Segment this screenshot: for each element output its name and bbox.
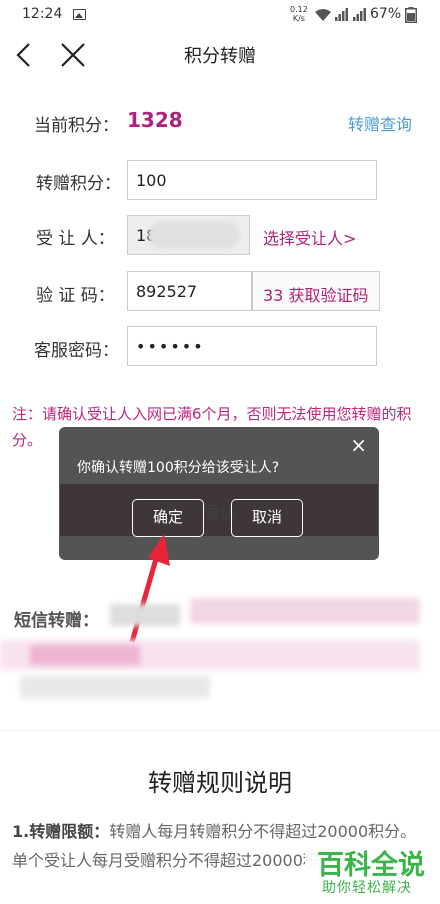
battery-percentage: 67%	[370, 6, 402, 22]
network-speed-unit: K/s	[292, 14, 305, 23]
dialog-cancel-button[interactable]: 取消	[231, 499, 303, 537]
network-speed: 0.12 K/s	[290, 5, 308, 23]
service-password-label: 客服密码：	[34, 341, 119, 361]
battery-icon	[405, 7, 417, 23]
sms-transfer-label: 短信转赠：	[14, 611, 99, 631]
status-bar: 12:24 0.12 K/s 67%	[0, 0, 440, 30]
current-points-label: 当前积分：	[34, 116, 119, 136]
rules-item-1-heading: 1.转赠限额：	[12, 822, 110, 841]
recipient-redaction	[148, 221, 240, 249]
transfer-query-link[interactable]: 转赠查询	[348, 111, 412, 135]
verification-code-label: 验 证 码：	[36, 286, 115, 306]
service-password-input[interactable]: ••••••	[127, 326, 377, 366]
dialog-message: 你确认转赠100积分给该受让人?	[77, 460, 280, 476]
transfer-amount-label: 转赠积分：	[36, 174, 121, 194]
section-divider	[0, 730, 440, 731]
annotation-arrow-icon	[129, 534, 170, 643]
network-speed-value: 0.12	[290, 5, 308, 14]
confirm-dialog: × 你确认转赠100积分给该受让人? 确定 取消	[59, 427, 379, 560]
blurred-content	[190, 598, 420, 624]
page-title: 积分转赠	[184, 46, 256, 67]
verification-code-input[interactable]: 892527	[127, 271, 252, 311]
nav-bar: 积分转赠	[0, 30, 440, 82]
current-points-value: 1328	[127, 108, 183, 132]
image-notification-icon	[73, 9, 86, 20]
rules-title: 转赠规则说明	[148, 769, 292, 797]
wifi-icon	[315, 9, 331, 21]
dialog-close-icon[interactable]: ×	[350, 433, 367, 457]
status-time: 12:24	[22, 6, 63, 22]
blurred-content	[30, 645, 140, 665]
transfer-amount-input[interactable]: 100	[127, 160, 377, 200]
blurred-content	[20, 676, 210, 698]
choose-recipient-link[interactable]: 选择受让人>	[263, 225, 356, 249]
blurred-content	[110, 604, 180, 626]
recipient-label: 受 让 人：	[36, 229, 115, 249]
get-verification-code-button[interactable]: 33 获取验证码	[252, 271, 380, 311]
watermark-slogan: 助你轻松解决	[322, 880, 412, 896]
